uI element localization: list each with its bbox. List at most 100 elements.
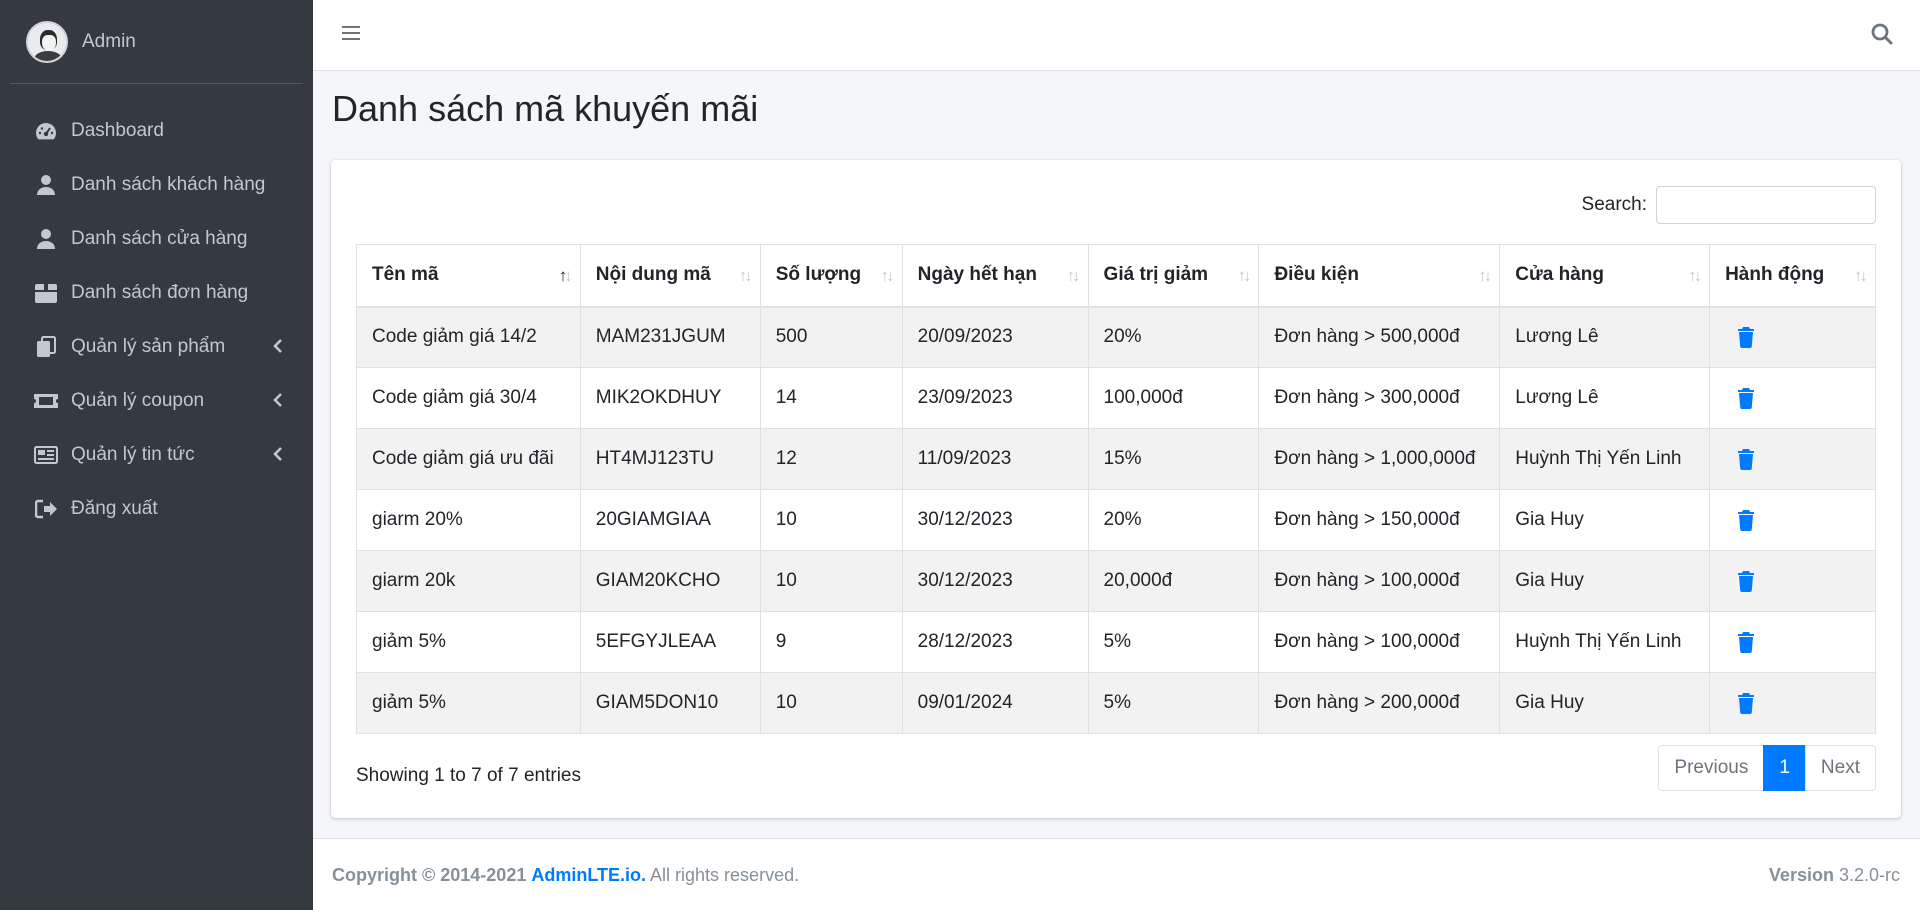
sidebar-item-coupons[interactable]: Quản lý coupon bbox=[0, 374, 313, 428]
footer: Copyright © 2014-2021 AdminLTE.io. All r… bbox=[313, 838, 1920, 910]
table-row: giarm 20% 20GIAMGIAA 10 30/12/2023 20% Đơn hà… bbox=[356, 489, 1876, 551]
pagination: Previous 1 Next bbox=[1658, 745, 1876, 791]
cell-store: Gia Huy bbox=[1499, 672, 1711, 734]
cell-actions bbox=[1709, 428, 1876, 490]
column-header-expiry-date[interactable]: Ngày hết hạn ↑↓ bbox=[901, 244, 1089, 308]
cell-code-name: giarm 20k bbox=[356, 550, 581, 612]
cell-code-content: HT4MJ123TU bbox=[579, 428, 761, 490]
cell-actions bbox=[1709, 550, 1876, 612]
cell-expiry-date: 23/09/2023 bbox=[901, 367, 1089, 429]
column-header-actions[interactable]: Hành động ↑↓ bbox=[1709, 244, 1876, 308]
sidebar-item-logout[interactable]: Đăng xuất bbox=[0, 482, 313, 536]
cell-code-content: MAM231JGUM bbox=[579, 306, 761, 368]
sidebar-item-label: Quản lý coupon bbox=[71, 390, 205, 411]
page-title: Danh sách mã khuyến mãi bbox=[332, 88, 759, 129]
sidebar-item-products[interactable]: Quản lý sản phẩm bbox=[0, 320, 313, 374]
cell-condition: Đơn hàng > 1,000,000đ bbox=[1258, 428, 1501, 490]
sort-asc-icon: ↑↓ bbox=[558, 266, 573, 285]
cell-code-name: giảm 5% bbox=[356, 611, 581, 673]
cell-condition: Đơn hàng > 200,000đ bbox=[1258, 672, 1501, 734]
avatar bbox=[26, 20, 68, 63]
sort-icon: ↑↓ bbox=[738, 266, 753, 285]
cell-code-name: Code giảm giá ưu đãi bbox=[356, 428, 581, 490]
table-info: Showing 1 to 7 of 7 entries bbox=[356, 765, 581, 786]
search-label: Search: bbox=[1581, 194, 1647, 215]
delete-icon[interactable] bbox=[1737, 326, 1755, 349]
table-row: giarm 20k GIAM20KCHO 10 30/12/2023 20,000đ Đơ… bbox=[356, 550, 1876, 612]
menu-toggle-icon[interactable] bbox=[341, 24, 365, 46]
cell-expiry-date: 30/12/2023 bbox=[901, 489, 1089, 551]
table-row: Code giảm giá 30/4 MIK2OKDHUY 14 23/09/2023… bbox=[356, 367, 1876, 429]
brand-link[interactable]: AdminLTE.io. bbox=[531, 865, 646, 885]
delete-icon[interactable] bbox=[1737, 631, 1755, 653]
chevron-left-icon bbox=[273, 338, 283, 360]
cell-store: Gia Huy bbox=[1499, 489, 1711, 551]
previous-page-button[interactable]: Previous bbox=[1658, 745, 1765, 791]
delete-icon[interactable] bbox=[1737, 509, 1755, 531]
sidebar-item-label: Danh sách cửa hàng bbox=[71, 228, 248, 249]
copy-icon bbox=[34, 335, 58, 359]
sort-icon: ↑↓ bbox=[1066, 266, 1081, 285]
sidebar-nav: Dashboard Danh sách khách hàng Danh sách… bbox=[0, 84, 313, 536]
sort-icon: ↑↓ bbox=[1478, 266, 1492, 285]
cell-condition: Đơn hàng > 300,000đ bbox=[1258, 367, 1501, 429]
chevron-left-icon bbox=[273, 446, 283, 468]
column-header-code-content[interactable]: Nội dung mã ↑↓ bbox=[579, 244, 761, 308]
sidebar-item-label: Dashboard bbox=[71, 120, 164, 141]
next-page-button[interactable]: Next bbox=[1804, 745, 1876, 791]
cell-discount-value: 20,000đ bbox=[1087, 550, 1260, 612]
box-icon bbox=[34, 281, 58, 305]
cell-code-content: 20GIAMGIAA bbox=[579, 489, 761, 551]
cell-quantity: 10 bbox=[759, 550, 903, 612]
search-input[interactable] bbox=[1656, 186, 1876, 224]
user-panel[interactable]: Admin bbox=[10, 0, 303, 84]
column-header-condition[interactable]: Điều kiện ↑↓ bbox=[1258, 244, 1501, 308]
table-row: giảm 5% 5EFGYJLEAA 9 28/12/2023 5% Đơn hàng >… bbox=[356, 611, 1876, 673]
search-icon[interactable] bbox=[1871, 23, 1895, 47]
cell-code-content: 5EFGYJLEAA bbox=[579, 611, 761, 673]
cell-code-name: Code giảm giá 14/2 bbox=[356, 306, 581, 368]
cell-code-content: MIK2OKDHUY bbox=[579, 367, 761, 429]
sidebar-item-customers[interactable]: Danh sách khách hàng bbox=[0, 158, 313, 212]
footer-copyright: Copyright © 2014-2021 AdminLTE.io. All r… bbox=[332, 865, 800, 885]
top-navbar bbox=[313, 0, 1920, 71]
column-header-quantity[interactable]: Số lượng ↑↓ bbox=[759, 244, 903, 308]
cell-store: Huỳnh Thị Yến Linh bbox=[1499, 428, 1711, 490]
cell-expiry-date: 11/09/2023 bbox=[901, 428, 1089, 490]
cell-actions bbox=[1709, 611, 1876, 673]
sidebar-item-dashboard[interactable]: Dashboard bbox=[0, 104, 313, 158]
cell-quantity: 9 bbox=[759, 611, 903, 673]
page-1-button[interactable]: 1 bbox=[1763, 745, 1806, 791]
sidebar-item-orders[interactable]: Danh sách đơn hàng bbox=[0, 266, 313, 320]
sidebar: Admin Dashboard Danh sách khách hàng Dan… bbox=[0, 0, 313, 910]
sidebar-item-stores[interactable]: Danh sách cửa hàng bbox=[0, 212, 313, 266]
delete-icon[interactable] bbox=[1737, 692, 1755, 714]
sort-icon: ↑↓ bbox=[1688, 266, 1702, 285]
table-body: Code giảm giá 14/2 MAM231JGUM 500 20/09/202… bbox=[356, 306, 1876, 734]
column-header-discount-value[interactable]: Giá trị giảm ↑↓ bbox=[1087, 244, 1260, 308]
cell-discount-value: 15% bbox=[1087, 428, 1260, 490]
cell-discount-value: 100,000đ bbox=[1087, 367, 1260, 429]
sidebar-item-label: Danh sách đơn hàng bbox=[71, 282, 249, 303]
delete-icon[interactable] bbox=[1737, 448, 1755, 470]
tachometer-icon bbox=[34, 119, 58, 143]
cell-quantity: 14 bbox=[759, 367, 903, 429]
sidebar-item-label: Danh sách khách hàng bbox=[71, 174, 266, 195]
table-row: Code giảm giá 14/2 MAM231JGUM 500 20/09/202… bbox=[356, 306, 1876, 368]
column-header-store[interactable]: Cửa hàng ↑↓ bbox=[1499, 244, 1711, 308]
cell-actions bbox=[1709, 672, 1876, 734]
newspaper-icon bbox=[34, 443, 58, 467]
cell-code-name: Code giảm giá 30/4 bbox=[356, 367, 581, 429]
sidebar-item-news[interactable]: Quản lý tin tức bbox=[0, 428, 313, 482]
cell-actions bbox=[1709, 306, 1876, 368]
table-header-row: Tên mã ↑↓ Nội dung mã ↑↓ Số lượng ↑↓ Ngày h… bbox=[356, 244, 1876, 308]
table-search: Search: bbox=[1582, 186, 1876, 224]
cell-expiry-date: 28/12/2023 bbox=[901, 611, 1089, 673]
delete-icon[interactable] bbox=[1737, 570, 1755, 592]
cell-expiry-date: 20/09/2023 bbox=[901, 306, 1089, 368]
user-name[interactable]: Admin bbox=[82, 31, 136, 53]
column-header-code-name[interactable]: Tên mã ↑↓ bbox=[356, 244, 581, 308]
delete-icon[interactable] bbox=[1737, 387, 1755, 409]
sign-out-icon bbox=[34, 497, 58, 521]
table-row: Code giảm giá ưu đãi HT4MJ123TU 12 11/09/20… bbox=[356, 428, 1876, 490]
